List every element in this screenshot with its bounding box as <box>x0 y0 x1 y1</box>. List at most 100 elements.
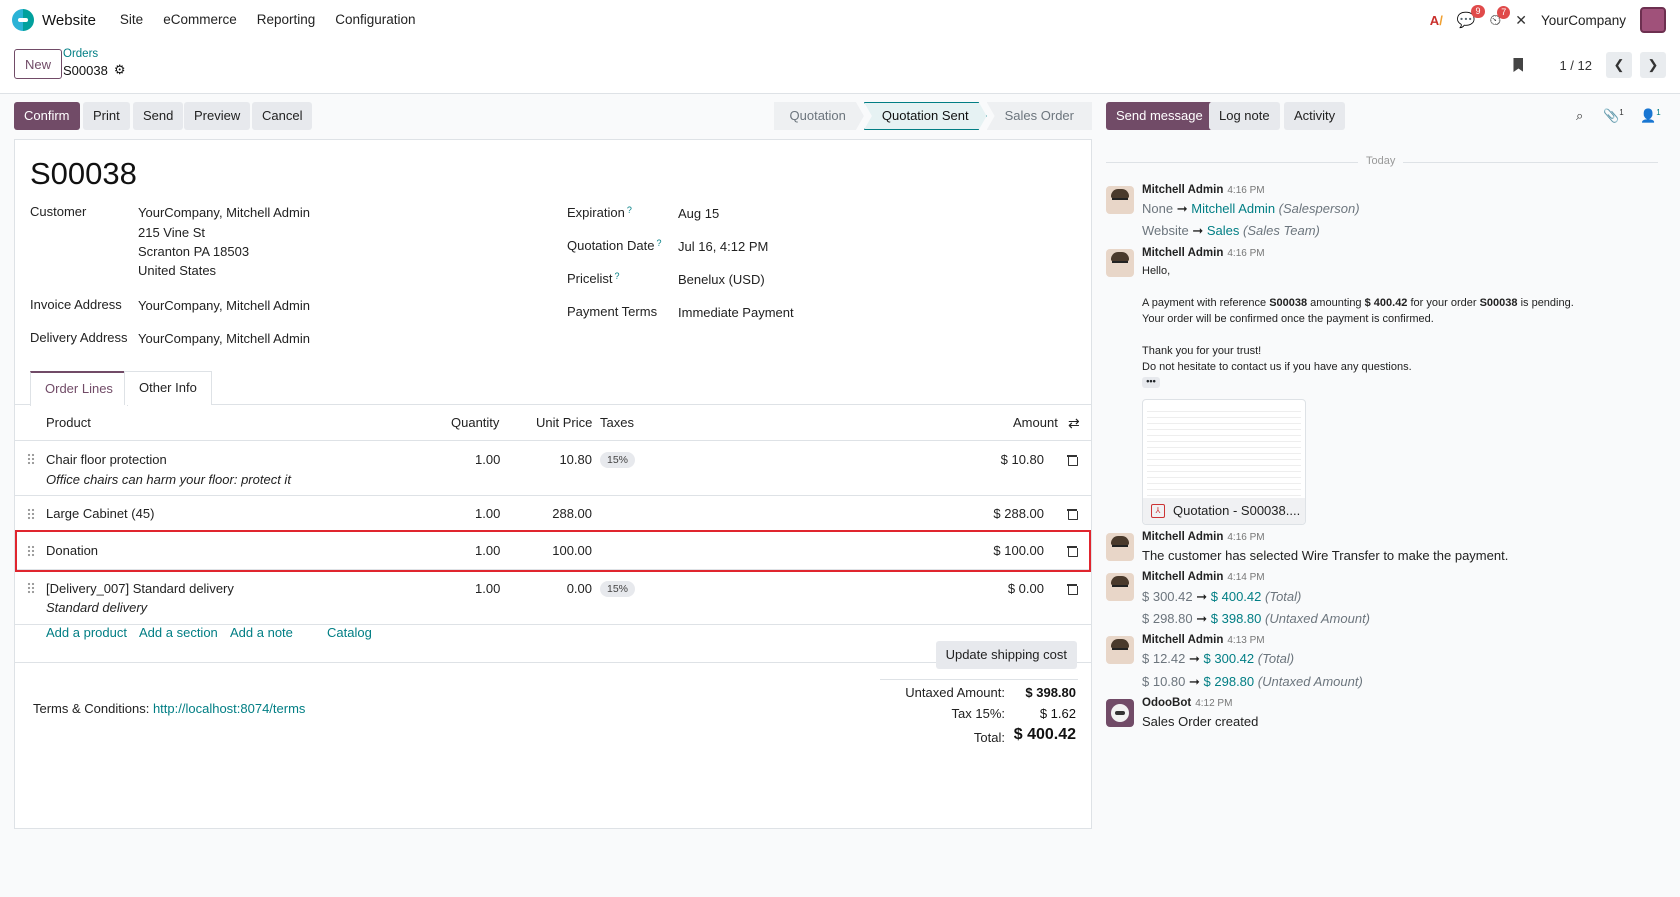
search-icon[interactable]: ⌕ <box>1576 108 1583 124</box>
activity-badge: 7 <box>1497 5 1511 19</box>
menu-ecommerce[interactable]: eCommerce <box>153 0 247 40</box>
avatar[interactable] <box>1106 249 1134 277</box>
breadcrumb-orders[interactable]: Orders <box>63 48 125 60</box>
control-panel: New Orders S00038 ⚙ 1 / 12 ❮ ❯ <box>0 40 1680 94</box>
row-unit-price: 10.80 <box>559 452 592 467</box>
arrow-right-icon: ➞ <box>1196 589 1208 604</box>
totals-divider <box>880 679 1078 680</box>
pager-value[interactable]: 1 / 12 <box>1559 58 1592 73</box>
expand-ellipsis-button[interactable]: ••• <box>1142 377 1160 388</box>
delivery-address-field[interactable]: YourCompany, Mitchell Admin <box>138 331 310 346</box>
tab-order-lines[interactable]: Order Lines <box>30 371 128 406</box>
notebook-tabs: Order Lines Other Info <box>15 371 1091 406</box>
payment-terms-field[interactable]: Immediate Payment <box>678 305 794 320</box>
col-unit-price[interactable]: Unit Price <box>536 415 592 430</box>
trash-icon[interactable] <box>1067 454 1078 466</box>
activity-clock-icon[interactable]: ⏲ 7 <box>1490 5 1511 29</box>
avatar[interactable] <box>1106 186 1134 214</box>
tracking-line: $ 300.42 ➞ $ 400.42 (Total) <box>1142 589 1302 604</box>
gear-icon[interactable]: ⚙ <box>114 62 126 78</box>
ai-icon[interactable]: A/ <box>1430 13 1443 28</box>
send-button[interactable]: Send <box>133 102 184 130</box>
pager-next-button[interactable]: ❯ <box>1640 52 1666 78</box>
trash-icon[interactable] <box>1067 508 1078 520</box>
tab-other-info[interactable]: Other Info <box>124 371 212 405</box>
avatar[interactable] <box>1106 636 1134 664</box>
app-switcher[interactable]: Website <box>12 9 96 31</box>
tracking-line: $ 10.80 ➞ $ 298.80 (Untaxed Amount) <box>1142 674 1363 689</box>
pager-previous-button[interactable]: ❮ <box>1606 52 1632 78</box>
pager: 1 / 12 ❮ ❯ <box>1513 52 1666 78</box>
table-row[interactable]: Chair floor protection Office chairs can… <box>15 442 1091 496</box>
drag-handle-icon[interactable] <box>27 582 35 594</box>
new-button[interactable]: New <box>14 49 63 79</box>
quotation-date-field[interactable]: Jul 16, 4:12 PM <box>678 239 768 254</box>
row-quantity: 1.00 <box>475 581 501 596</box>
debug-tools-icon[interactable]: ✕ <box>1515 12 1527 29</box>
app-name: Website <box>42 11 96 29</box>
stage-quotation[interactable]: Quotation <box>774 102 864 130</box>
invoice-address-field[interactable]: YourCompany, Mitchell Admin <box>138 298 310 313</box>
payment-terms-label: Payment Terms <box>567 304 658 319</box>
date-separator: Today <box>1106 155 1658 167</box>
address-line-2: Scranton PA 18503 <box>138 244 250 259</box>
expiration-label: Expiration? <box>567 205 632 220</box>
arrow-right-icon: ➞ <box>1176 201 1188 216</box>
row-amount: $ 10.80 <box>1000 452 1044 467</box>
attachment-card[interactable]: ⅄ Quotation - S00038.... <box>1142 399 1306 525</box>
menu-configuration[interactable]: Configuration <box>325 0 425 40</box>
add-section-link[interactable]: Add a section <box>139 625 218 640</box>
stage-pipeline: Quotation Quotation Sent Sales Order <box>774 102 1092 130</box>
col-amount[interactable]: Amount <box>1013 415 1058 430</box>
message-time: 4:16 PM <box>1227 185 1265 196</box>
pricelist-field[interactable]: Benelux (USD) <box>678 272 765 287</box>
bookmark-icon[interactable] <box>1513 58 1524 72</box>
confirm-button[interactable]: Confirm <box>14 102 80 130</box>
address-line-1: 215 Vine St <box>138 225 205 240</box>
avatar[interactable] <box>1106 573 1134 601</box>
expiration-field[interactable]: Aug 15 <box>678 206 719 221</box>
followers-icon[interactable]: 👤1 <box>1640 108 1661 124</box>
date-separator-label: Today <box>1358 155 1404 167</box>
paperclip-icon[interactable]: 📎1 <box>1603 108 1624 124</box>
activity-button[interactable]: Activity <box>1284 102 1346 130</box>
customer-field[interactable]: YourCompany, Mitchell Admin <box>138 205 310 220</box>
cancel-button[interactable]: Cancel <box>252 102 313 130</box>
trash-icon[interactable] <box>1067 583 1078 595</box>
preview-button[interactable]: Preview <box>184 102 251 130</box>
user-avatar[interactable] <box>1640 7 1666 33</box>
company-switcher[interactable]: YourCompany <box>1541 13 1626 28</box>
drag-handle-icon[interactable] <box>27 453 35 465</box>
log-note-button[interactable]: Log note <box>1209 102 1280 130</box>
stage-sales-order[interactable]: Sales Order <box>986 102 1092 130</box>
menu-site[interactable]: Site <box>110 0 153 40</box>
stage-quotation-sent[interactable]: Quotation Sent <box>864 102 987 130</box>
column-settings-icon[interactable]: ⇄ <box>1068 415 1080 432</box>
col-quantity[interactable]: Quantity <box>451 415 499 430</box>
terms-conditions: Terms & Conditions: http://localhost:807… <box>33 701 306 716</box>
avatar[interactable] <box>1106 533 1134 561</box>
col-taxes[interactable]: Taxes <box>600 415 634 430</box>
col-product[interactable]: Product <box>46 415 91 430</box>
send-message-button[interactable]: Send message <box>1106 102 1213 130</box>
update-shipping-button[interactable]: Update shipping cost <box>935 641 1077 669</box>
attachment-preview <box>1147 406 1301 498</box>
table-row[interactable]: Large Cabinet (45) 1.00 288.00 $ 288.00 <box>15 497 1091 531</box>
avatar[interactable] <box>1106 699 1134 727</box>
row-unit-price: 288.00 <box>552 506 592 521</box>
message-author: Mitchell Admin 4:16 PM <box>1142 531 1265 543</box>
messages-icon[interactable]: 💬 9 <box>1457 5 1485 29</box>
divider <box>15 662 1091 663</box>
terms-link[interactable]: http://localhost:8074/terms <box>153 701 305 716</box>
attachment-name: Quotation - S00038.... <box>1173 503 1301 518</box>
add-note-link[interactable]: Add a note <box>230 625 293 640</box>
add-product-link[interactable]: Add a product <box>46 625 127 640</box>
print-button[interactable]: Print <box>83 102 130 130</box>
menu-reporting[interactable]: Reporting <box>247 0 326 40</box>
catalog-link[interactable]: Catalog <box>327 625 372 640</box>
message-body: Your order will be confirmed once the pa… <box>1142 313 1434 325</box>
drag-handle-icon[interactable] <box>27 508 35 520</box>
total-label: Total: <box>973 730 1005 745</box>
table-row[interactable]: [Delivery_007] Standard delivery Standar… <box>15 571 1091 625</box>
message-time: 4:12 PM <box>1195 698 1233 709</box>
